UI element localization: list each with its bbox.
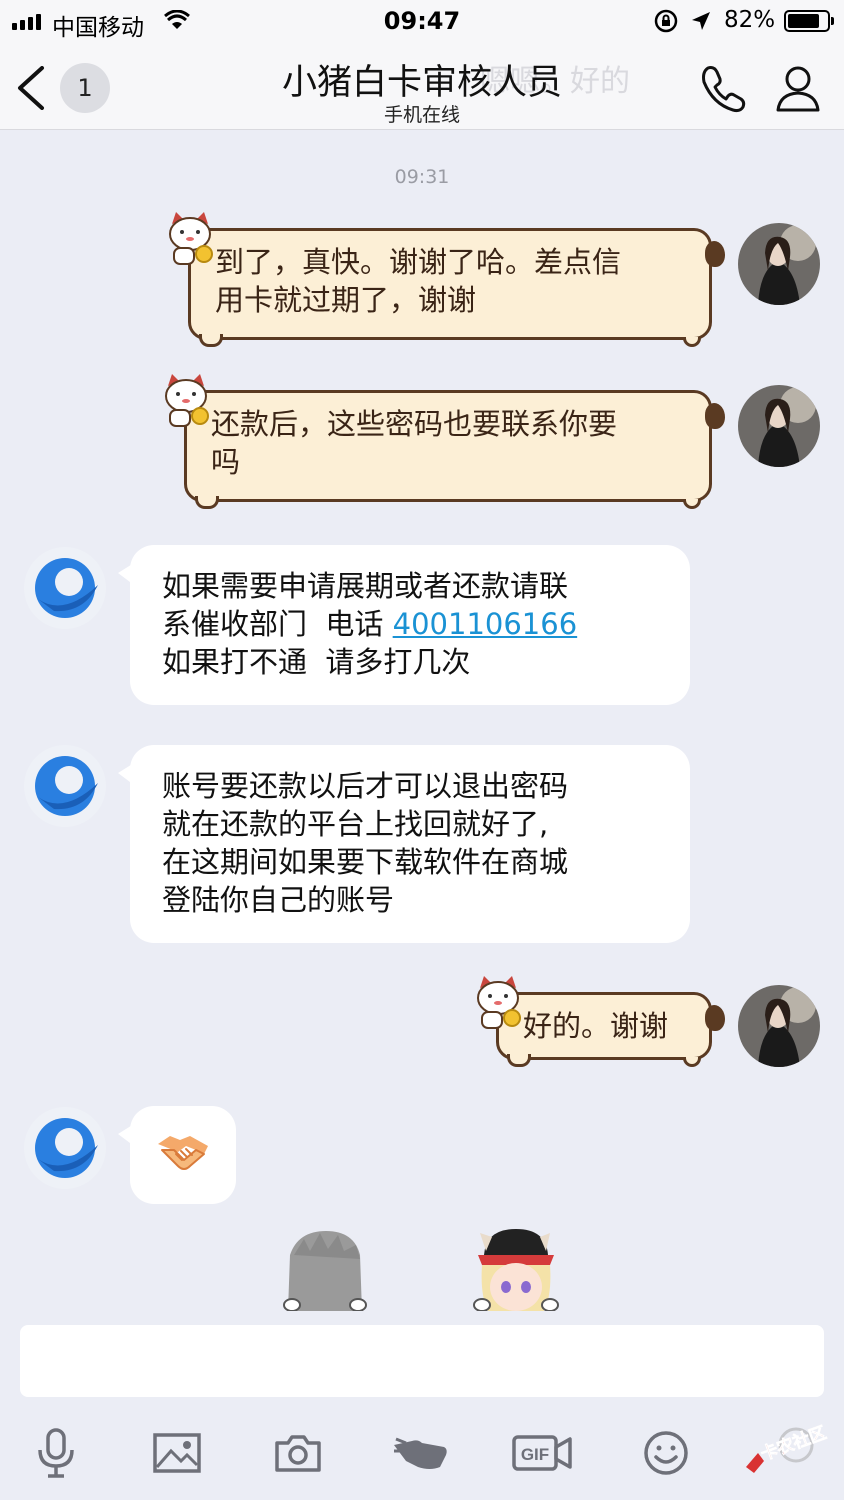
received-message-bubble[interactable] (118, 1106, 236, 1204)
girl-character-icon (473, 1229, 559, 1311)
status-bar: 中国移动 09:47 82% (0, 0, 844, 44)
contact-avatar[interactable] (24, 1107, 106, 1189)
battery-percent: 82% (724, 7, 776, 33)
message-line: 用卡就过期了，谢谢 (215, 283, 477, 317)
watermark-logo: 卡农社区 (740, 1405, 840, 1485)
phone-call-button[interactable] (698, 62, 750, 114)
camera-button[interactable] (268, 1425, 328, 1481)
emoji-button[interactable] (636, 1425, 696, 1481)
microphone-button[interactable] (26, 1425, 86, 1481)
message-line: 就在还款的平台上找回就好了, (162, 807, 549, 841)
poke-icon (394, 1437, 447, 1469)
rotation-lock-icon (654, 9, 678, 37)
lucky-cat-icon (169, 212, 213, 265)
phone-number-link[interactable]: 4001106166 (393, 607, 578, 641)
message-line: 还款后，这些密码也要联系你要 (211, 407, 618, 441)
message-line: 系催收部门 电话 4001106166 (162, 605, 658, 643)
message-line: 登陆你自己的账号 (162, 883, 395, 917)
gif-icon: GIF (512, 1435, 572, 1471)
message-text: 系催收部门 电话 (162, 607, 393, 641)
location-arrow-icon (690, 10, 712, 36)
lucky-cat-icon (165, 374, 209, 427)
peeking-characters (0, 1225, 844, 1311)
camera-icon (275, 1435, 321, 1472)
person-icon (776, 66, 820, 112)
gif-button[interactable]: GIF (512, 1425, 574, 1481)
image-icon (153, 1433, 201, 1473)
nav-bar: 嗯嗯。好的 1 小猪白卡审核人员 手机在线 (0, 44, 844, 130)
poke-button[interactable] (390, 1425, 450, 1481)
message-line: 账号要还款以后才可以退出密码 (162, 769, 569, 803)
message-input[interactable] (20, 1325, 824, 1397)
contact-avatar[interactable] (24, 547, 106, 629)
lucky-cat-icon (477, 976, 521, 1029)
message-line: 吗 (211, 445, 241, 479)
message-line: 好的。谢谢 (523, 1009, 669, 1043)
battery-icon (784, 10, 834, 32)
received-message-bubble[interactable]: 如果需要申请展期或者还款请联 系催收部门 电话 4001106166 如果打不通… (118, 545, 690, 705)
received-message-bubble[interactable]: 账号要还款以后才可以退出密码 就在还款的平台上找回就好了, 在这期间如果要下载软… (118, 745, 690, 943)
message-line: 在这期间如果要下载软件在商城 (162, 845, 569, 879)
user-avatar[interactable] (738, 985, 820, 1067)
message-line: 如果需要申请展期或者还款请联 (162, 569, 569, 603)
sent-message-bubble[interactable]: 到了，真快。谢谢了哈。差点信 用卡就过期了，谢谢 (188, 228, 725, 347)
microphone-icon (38, 1428, 74, 1478)
gif-label: GIF (521, 1445, 549, 1464)
input-toolbar: GIF (0, 1405, 844, 1500)
emoji-icon (644, 1431, 688, 1475)
user-avatar[interactable] (738, 385, 820, 467)
phone-icon (702, 66, 746, 113)
message-line: 如果打不通 请多打几次 (162, 645, 471, 679)
contact-avatar[interactable] (24, 745, 106, 827)
message-line: 到了，真快。谢谢了哈。差点信 (215, 245, 622, 279)
sent-message-bubble[interactable]: 好的。谢谢 (496, 992, 725, 1067)
sent-message-bubble[interactable]: 还款后，这些密码也要联系你要 吗 (184, 390, 725, 509)
image-button[interactable] (147, 1425, 207, 1481)
handshake-icon (158, 1136, 208, 1170)
clock-time: 09:47 (383, 7, 461, 35)
message-timestamp: 09:31 (394, 166, 450, 188)
grey-character-icon (283, 1231, 367, 1311)
user-avatar[interactable] (738, 223, 820, 305)
profile-button[interactable] (772, 62, 824, 114)
